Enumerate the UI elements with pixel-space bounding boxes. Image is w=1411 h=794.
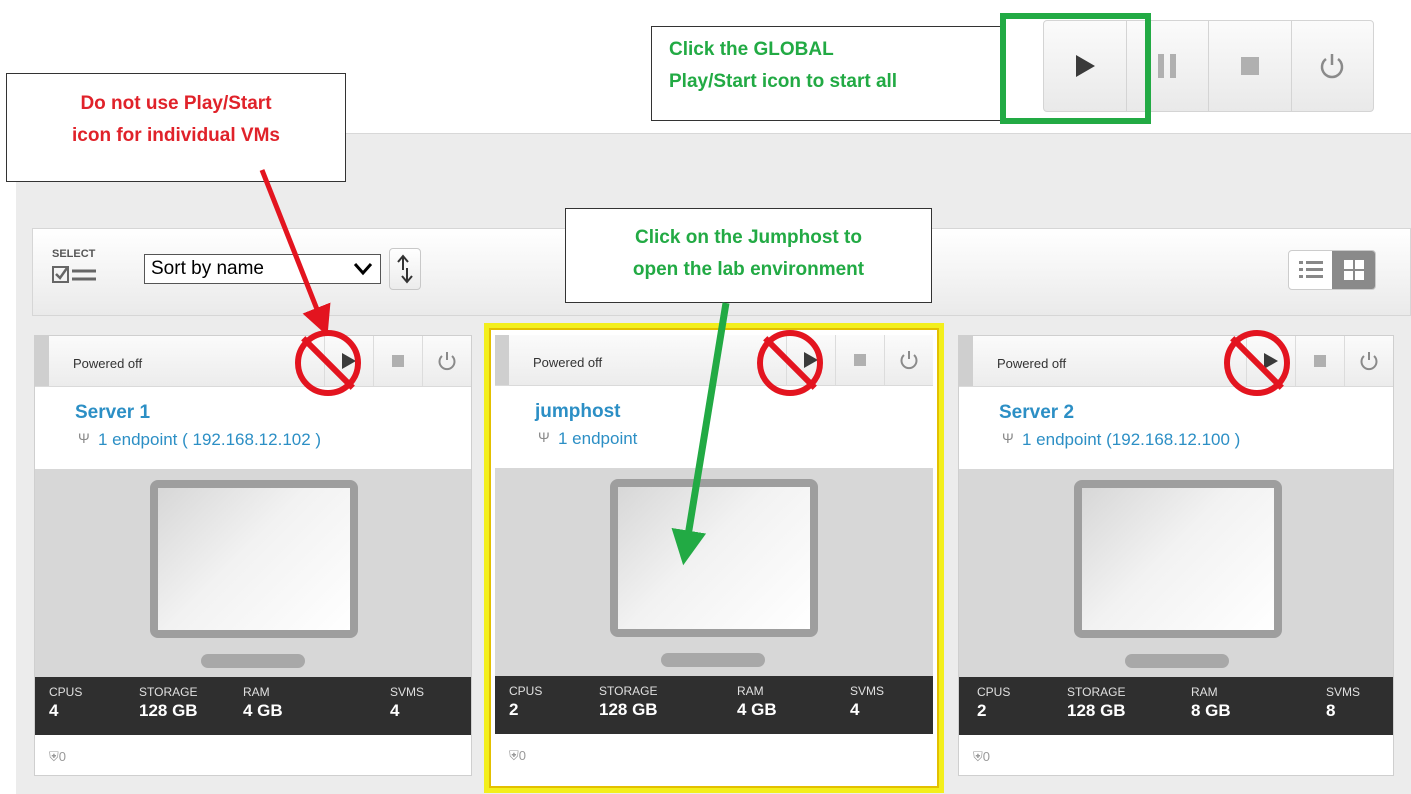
red-arrow: [259, 169, 331, 336]
green-arrow: [671, 302, 730, 566]
annotation-arrows: [259, 169, 730, 566]
